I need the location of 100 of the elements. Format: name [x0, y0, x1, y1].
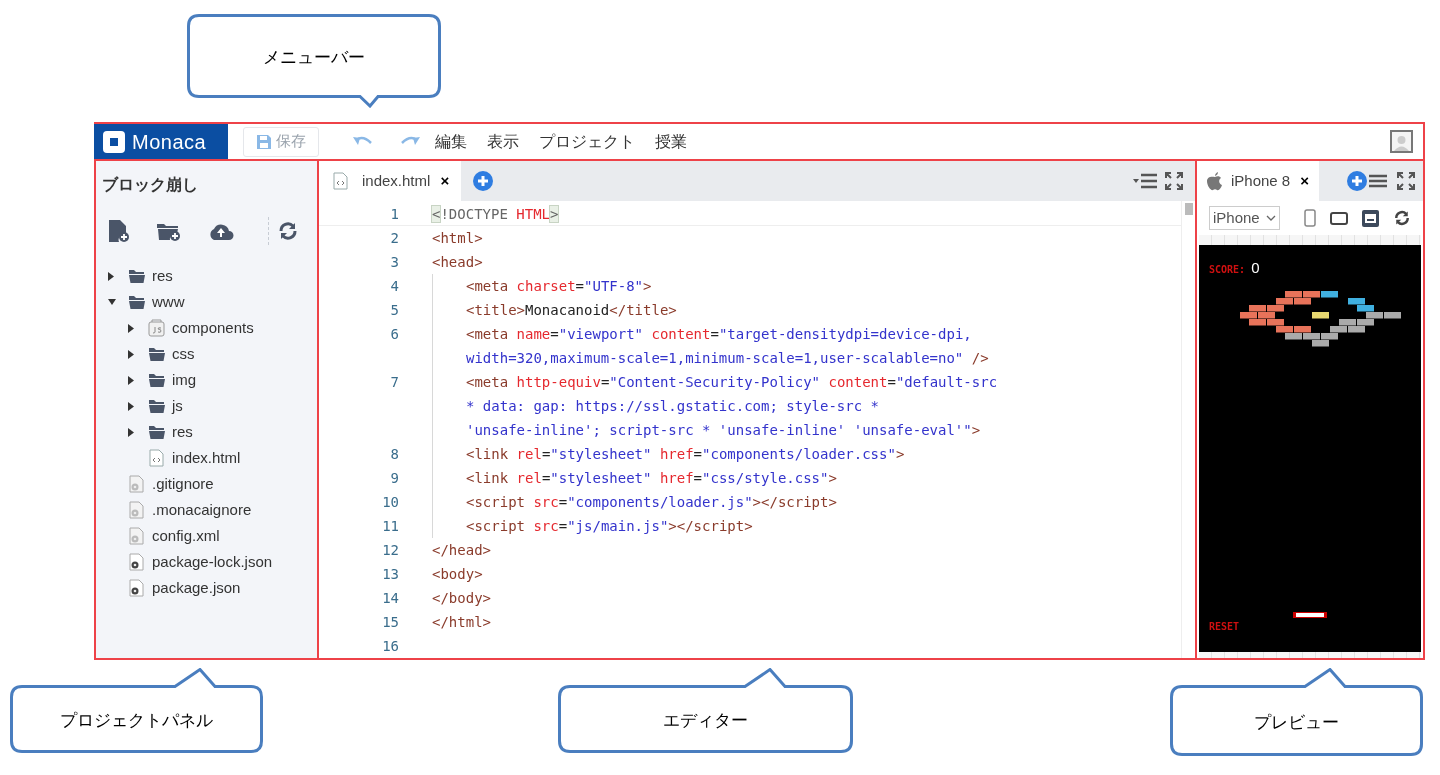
tree-item[interactable]: .gitignore: [96, 471, 317, 497]
tab-label: iPhone 8: [1231, 170, 1291, 191]
line-number: 5: [389, 301, 399, 320]
code-line: 'unsafe-inline'; script-src * 'unsafe-inline' 'unsafe-eval'">: [466, 421, 981, 440]
code-line: <meta charset="UTF-8">: [466, 277, 652, 296]
caret-right-icon[interactable]: [128, 427, 134, 437]
add-circle-icon[interactable]: [473, 171, 494, 191]
tab-close-button[interactable]: ×: [440, 169, 450, 193]
phone-portrait-icon[interactable]: [1304, 209, 1316, 227]
line-number: 9: [389, 469, 399, 488]
caret-right-icon[interactable]: [108, 271, 114, 281]
js-folder-icon: [148, 319, 165, 337]
editor-tab[interactable]: index.html ×: [319, 161, 462, 201]
tab-close-button[interactable]: ×: [1300, 169, 1309, 193]
json-file-icon: [129, 553, 144, 571]
new-file-icon[interactable]: [108, 219, 130, 243]
line-number: 13: [381, 565, 399, 584]
code-file-icon: [333, 172, 348, 190]
code-file-icon: [149, 449, 164, 467]
screen-window-icon[interactable]: [1362, 209, 1379, 227]
tree-item[interactable]: components: [96, 315, 317, 341]
code-line: </body>: [432, 589, 491, 608]
tree-item[interactable]: js: [96, 393, 317, 419]
code-line: </html>: [432, 613, 491, 632]
caret-right-icon[interactable]: [128, 323, 134, 333]
gear-file-icon: [129, 527, 144, 545]
tab-label: index.html: [362, 170, 431, 191]
score-label: SCORE:: [1209, 263, 1246, 277]
chevron-down-icon: [1266, 215, 1276, 221]
folder-icon: [148, 425, 165, 439]
avatar[interactable]: [1390, 130, 1413, 153]
menu-item[interactable]: 表示: [487, 129, 519, 154]
code-line: </head>: [432, 541, 491, 560]
folder-icon: [128, 295, 145, 309]
code-line: <title>Monacanoid</title>: [466, 301, 677, 320]
code-line: <head>: [432, 253, 483, 272]
folder-icon: [148, 399, 165, 413]
code-line: <link rel="stylesheet" href="css/style.css">: [466, 469, 837, 488]
tree-item[interactable]: img: [96, 367, 317, 393]
callout-label: プロジェクトパネル: [59, 710, 214, 732]
line-number: 7: [389, 373, 399, 392]
gear-file-icon: [129, 501, 144, 519]
caret-right-icon[interactable]: [128, 401, 134, 411]
list-menu-icon[interactable]: [1133, 173, 1157, 189]
line-number: 1: [389, 205, 399, 224]
tree-item[interactable]: package-lock.json: [96, 549, 317, 575]
menu-item[interactable]: 授業: [655, 129, 687, 154]
code-line: * data: gap: https://ssl.gstatic.com; style-src *: [466, 397, 879, 416]
tree-item[interactable]: .monacaignore: [96, 497, 317, 523]
callout-label: メニューバー: [262, 47, 366, 69]
caret-down-icon[interactable]: [108, 299, 116, 305]
code-line: <script src="js/main.js"></script>: [466, 517, 753, 536]
tree-item[interactable]: www: [96, 289, 317, 315]
apple-icon: [1207, 171, 1223, 191]
reset-button[interactable]: RESET: [1209, 619, 1240, 634]
tree-item[interactable]: css: [96, 341, 317, 367]
line-number: 16: [381, 637, 399, 656]
line-number: 2: [389, 229, 399, 248]
caret-right-icon[interactable]: [128, 349, 134, 359]
code-line: <meta http-equiv="Content-Security-Policy" content="default-src: [466, 373, 998, 392]
tree-item[interactable]: res: [96, 263, 317, 289]
line-number: 15: [381, 613, 399, 632]
code-line: <meta name="viewport" content="target-densitydpi=device-dpi,: [466, 325, 972, 344]
preview-tab[interactable]: iPhone 8 ×: [1197, 161, 1319, 201]
code-line: <body>: [432, 565, 483, 584]
caret-right-icon[interactable]: [128, 375, 134, 385]
tree-item[interactable]: index.html: [96, 445, 317, 471]
callout-label: プレビュー: [1253, 711, 1340, 734]
fullscreen-icon[interactable]: [1165, 172, 1183, 190]
line-number: 4: [389, 277, 399, 296]
tree-item[interactable]: res: [96, 419, 317, 445]
tree-item[interactable]: package.json: [96, 575, 317, 601]
upload-cloud-icon[interactable]: [208, 222, 234, 240]
save-icon: [256, 133, 272, 150]
phone-landscape-icon[interactable]: [1330, 211, 1348, 225]
add-circle-icon[interactable]: [1347, 171, 1367, 191]
menu-item[interactable]: プロジェクト: [539, 129, 635, 154]
code-line: <html>: [432, 229, 483, 248]
logo-icon: [103, 130, 125, 153]
refresh-icon[interactable]: [1393, 209, 1411, 227]
device-select[interactable]: iPhone: [1209, 206, 1280, 230]
line-number: 10: [381, 493, 399, 512]
project-title: ブロック崩し: [101, 175, 199, 195]
paddle-icon: [1293, 612, 1327, 618]
person-silhouette-icon: [1394, 134, 1409, 151]
line-number: 12: [381, 541, 399, 560]
code-line: <link rel="stylesheet" href="components/loader.css">: [466, 445, 905, 464]
json-file-icon: [129, 579, 144, 597]
menu-icon[interactable]: [1369, 174, 1387, 188]
code-line: width=320,maximum-scale=1,minimum-scale=1,user-scalable=no" />: [466, 349, 989, 368]
tree-item[interactable]: config.xml: [96, 523, 317, 549]
code-line: <script src="components/loader.js"></script>: [466, 493, 837, 512]
refresh-icon[interactable]: [277, 220, 299, 242]
score-value: 0: [1251, 258, 1260, 278]
logo-text: Monaca: [132, 129, 207, 155]
line-number: 6: [389, 325, 399, 344]
line-number: 14: [381, 589, 399, 608]
menu-item[interactable]: 編集: [435, 129, 467, 154]
line-number: 11: [381, 517, 399, 536]
fullscreen-icon[interactable]: [1397, 172, 1415, 190]
